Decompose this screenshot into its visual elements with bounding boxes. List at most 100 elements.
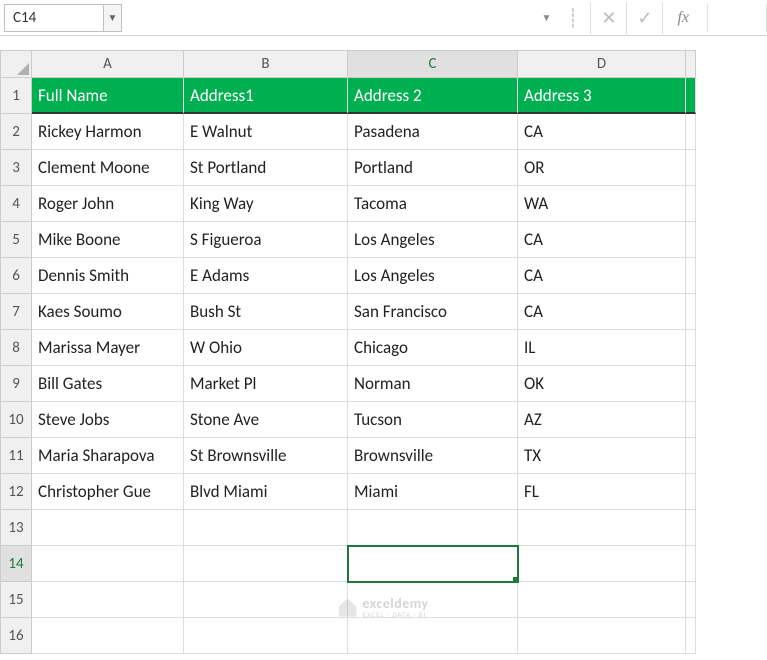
data-cell[interactable]: Stone Ave [184,402,348,438]
data-cell[interactable] [32,546,184,582]
data-cell[interactable]: E Adams [184,258,348,294]
data-cell[interactable]: Brownsville [348,438,518,474]
data-cell[interactable]: W Ohio [184,330,348,366]
data-cell[interactable]: Tacoma [348,186,518,222]
header-cell[interactable]: Full Name [32,78,184,114]
data-cell[interactable]: E Walnut [184,114,348,150]
data-cell[interactable]: Chicago [348,330,518,366]
data-cell[interactable]: Bush St [184,294,348,330]
data-cell[interactable]: AZ [518,402,686,438]
data-cell[interactable] [184,546,348,582]
row-header-14[interactable]: 14 [0,546,32,582]
header-cell[interactable]: Address 2 [348,78,518,114]
data-cell[interactable]: TX [518,438,686,474]
row-header-6[interactable]: 6 [0,258,32,294]
data-cell[interactable]: CA [518,114,686,150]
row-header-12[interactable]: 12 [0,474,32,510]
row-header-10[interactable]: 10 [0,402,32,438]
data-cell[interactable]: WA [518,186,686,222]
data-cell[interactable]: Los Angeles [348,222,518,258]
data-cell[interactable] [518,510,686,546]
data-cell[interactable] [32,582,184,618]
data-cell[interactable]: King Way [184,186,348,222]
data-cell[interactable]: Los Angeles [348,258,518,294]
data-cell[interactable] [184,618,348,654]
column-header-D[interactable]: D [518,50,686,78]
formula-divider: ┊ [555,2,591,34]
chevron-down-icon: ▼ [542,11,552,24]
data-cell[interactable]: CA [518,294,686,330]
row-header-13[interactable]: 13 [0,510,32,546]
row-header-5[interactable]: 5 [0,222,32,258]
row-header-16[interactable]: 16 [0,618,32,654]
formula-controls: ┊ ✕ ✓ fx [555,2,699,34]
data-cell[interactable]: St Portland [184,150,348,186]
data-cell[interactable]: St Brownsville [184,438,348,474]
formula-input[interactable] [707,4,767,32]
row-header-2[interactable]: 2 [0,114,32,150]
data-cell[interactable] [348,582,518,618]
column-header-B[interactable]: B [184,50,348,78]
data-cell[interactable] [184,582,348,618]
data-cell[interactable]: Bill Gates [32,366,184,402]
edge-cell [686,474,696,510]
cancel-button[interactable]: ✕ [591,2,627,34]
data-cell[interactable]: IL [518,330,686,366]
data-cell[interactable] [32,510,184,546]
data-cell[interactable]: Maria Sharapova [32,438,184,474]
data-cell[interactable] [518,546,686,582]
data-cell[interactable]: Norman [348,366,518,402]
data-cell[interactable]: Portland [348,150,518,186]
data-cell[interactable]: Mike Boone [32,222,184,258]
data-cell[interactable]: Clement Moone [32,150,184,186]
data-cell[interactable]: Tucson [348,402,518,438]
column-header-C[interactable]: C [348,50,518,78]
row-header-1[interactable]: 1 [0,78,32,114]
data-cell[interactable]: Miami [348,474,518,510]
column-header-A[interactable]: A [32,50,184,78]
row-header-4[interactable]: 4 [0,186,32,222]
data-cell[interactable]: S Figueroa [184,222,348,258]
name-box[interactable]: C14 [4,4,104,32]
data-cell[interactable]: FL [518,474,686,510]
data-cell[interactable]: OK [518,366,686,402]
data-cell[interactable] [348,546,518,582]
data-cell[interactable]: CA [518,222,686,258]
confirm-button[interactable]: ✓ [627,2,663,34]
fx-label[interactable]: fx [663,9,699,27]
row-header-9[interactable]: 9 [0,366,32,402]
data-cell[interactable]: Market Pl [184,366,348,402]
data-cell[interactable]: Steve Jobs [32,402,184,438]
data-cell[interactable] [348,618,518,654]
data-cell[interactable]: San Francisco [348,294,518,330]
data-cell[interactable] [184,510,348,546]
data-cell[interactable]: Christopher Gue [32,474,184,510]
row-header-3[interactable]: 3 [0,150,32,186]
data-cell[interactable]: OR [518,150,686,186]
row-header-8[interactable]: 8 [0,330,32,366]
data-cell[interactable]: Kaes Soumo [32,294,184,330]
data-cell[interactable]: CA [518,258,686,294]
row-header-11[interactable]: 11 [0,438,32,474]
data-cell[interactable]: Dennis Smith [32,258,184,294]
data-cell[interactable]: Roger John [32,186,184,222]
column-header-edge [686,50,696,78]
name-box-dropdown[interactable]: ▼ [104,4,122,32]
header-cell[interactable]: Address1 [184,78,348,114]
header-cell[interactable]: Address 3 [518,78,686,114]
row-header-7[interactable]: 7 [0,294,32,330]
row-header-15[interactable]: 15 [0,582,32,618]
data-cell[interactable]: Pasadena [348,114,518,150]
data-cell[interactable]: Rickey Harmon [32,114,184,150]
data-cell[interactable] [348,510,518,546]
formula-expand-button[interactable]: ▼ [537,2,555,34]
edge-cell [686,618,696,654]
data-cell[interactable] [518,618,686,654]
data-cell[interactable]: Marissa Mayer [32,330,184,366]
data-cell[interactable] [518,582,686,618]
data-cell[interactable]: Blvd Miami [184,474,348,510]
edge-cell [686,294,696,330]
data-cell[interactable] [32,618,184,654]
edge-cell [686,114,696,150]
select-all-corner[interactable] [0,50,32,78]
